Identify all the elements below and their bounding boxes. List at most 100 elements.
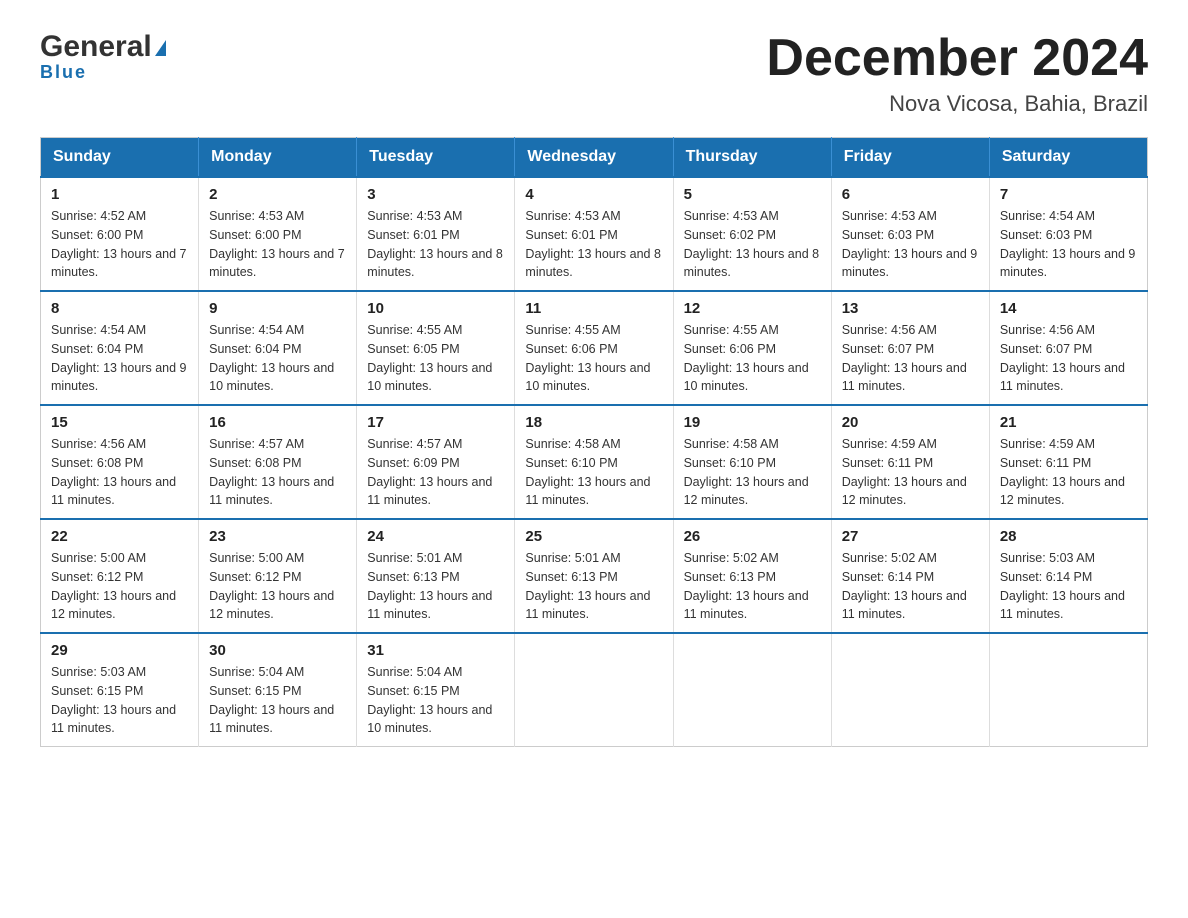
day-number: 5 — [684, 186, 821, 203]
day-number: 13 — [842, 300, 979, 317]
calendar-title: December 2024 — [766, 30, 1148, 87]
day-number: 21 — [1000, 414, 1137, 431]
calendar-cell: 21 Sunrise: 4:59 AM Sunset: 6:11 PM Dayl… — [989, 405, 1147, 519]
calendar-week-4: 22 Sunrise: 5:00 AM Sunset: 6:12 PM Dayl… — [41, 519, 1148, 633]
day-number: 26 — [684, 528, 821, 545]
day-info: Sunrise: 4:58 AM Sunset: 6:10 PM Dayligh… — [525, 435, 662, 510]
calendar-cell: 1 Sunrise: 4:52 AM Sunset: 6:00 PM Dayli… — [41, 177, 199, 291]
day-number: 17 — [367, 414, 504, 431]
day-number: 25 — [525, 528, 662, 545]
calendar-cell: 31 Sunrise: 5:04 AM Sunset: 6:15 PM Dayl… — [357, 633, 515, 747]
day-info: Sunrise: 4:56 AM Sunset: 6:07 PM Dayligh… — [842, 321, 979, 396]
calendar-cell — [989, 633, 1147, 747]
day-number: 9 — [209, 300, 346, 317]
calendar-cell: 14 Sunrise: 4:56 AM Sunset: 6:07 PM Dayl… — [989, 291, 1147, 405]
day-number: 29 — [51, 642, 188, 659]
calendar-cell: 19 Sunrise: 4:58 AM Sunset: 6:10 PM Dayl… — [673, 405, 831, 519]
day-number: 3 — [367, 186, 504, 203]
calendar-cell: 2 Sunrise: 4:53 AM Sunset: 6:00 PM Dayli… — [199, 177, 357, 291]
day-info: Sunrise: 4:53 AM Sunset: 6:01 PM Dayligh… — [525, 207, 662, 282]
day-info: Sunrise: 5:00 AM Sunset: 6:12 PM Dayligh… — [209, 549, 346, 624]
calendar-cell: 9 Sunrise: 4:54 AM Sunset: 6:04 PM Dayli… — [199, 291, 357, 405]
calendar-cell — [515, 633, 673, 747]
day-info: Sunrise: 5:01 AM Sunset: 6:13 PM Dayligh… — [525, 549, 662, 624]
title-block: December 2024 Nova Vicosa, Bahia, Brazil — [766, 30, 1148, 117]
header-day-wednesday: Wednesday — [515, 138, 673, 178]
day-info: Sunrise: 4:56 AM Sunset: 6:07 PM Dayligh… — [1000, 321, 1137, 396]
day-info: Sunrise: 5:04 AM Sunset: 6:15 PM Dayligh… — [209, 663, 346, 738]
page-header: General Blue December 2024 Nova Vicosa, … — [40, 30, 1148, 117]
calendar-cell: 13 Sunrise: 4:56 AM Sunset: 6:07 PM Dayl… — [831, 291, 989, 405]
day-number: 20 — [842, 414, 979, 431]
day-number: 2 — [209, 186, 346, 203]
calendar-cell: 12 Sunrise: 4:55 AM Sunset: 6:06 PM Dayl… — [673, 291, 831, 405]
day-number: 11 — [525, 300, 662, 317]
calendar-cell: 6 Sunrise: 4:53 AM Sunset: 6:03 PM Dayli… — [831, 177, 989, 291]
day-info: Sunrise: 4:53 AM Sunset: 6:03 PM Dayligh… — [842, 207, 979, 282]
day-number: 22 — [51, 528, 188, 545]
header-day-friday: Friday — [831, 138, 989, 178]
calendar-cell: 5 Sunrise: 4:53 AM Sunset: 6:02 PM Dayli… — [673, 177, 831, 291]
header-day-saturday: Saturday — [989, 138, 1147, 178]
calendar-cell — [831, 633, 989, 747]
day-number: 6 — [842, 186, 979, 203]
logo: General Blue — [40, 30, 166, 83]
calendar-cell: 30 Sunrise: 5:04 AM Sunset: 6:15 PM Dayl… — [199, 633, 357, 747]
calendar-cell: 16 Sunrise: 4:57 AM Sunset: 6:08 PM Dayl… — [199, 405, 357, 519]
day-info: Sunrise: 4:56 AM Sunset: 6:08 PM Dayligh… — [51, 435, 188, 510]
calendar-cell: 24 Sunrise: 5:01 AM Sunset: 6:13 PM Dayl… — [357, 519, 515, 633]
day-info: Sunrise: 5:04 AM Sunset: 6:15 PM Dayligh… — [367, 663, 504, 738]
logo-blue: Blue — [40, 62, 87, 83]
day-info: Sunrise: 5:00 AM Sunset: 6:12 PM Dayligh… — [51, 549, 188, 624]
calendar-week-2: 8 Sunrise: 4:54 AM Sunset: 6:04 PM Dayli… — [41, 291, 1148, 405]
calendar-week-1: 1 Sunrise: 4:52 AM Sunset: 6:00 PM Dayli… — [41, 177, 1148, 291]
day-info: Sunrise: 5:03 AM Sunset: 6:15 PM Dayligh… — [51, 663, 188, 738]
header-day-sunday: Sunday — [41, 138, 199, 178]
day-info: Sunrise: 4:53 AM Sunset: 6:00 PM Dayligh… — [209, 207, 346, 282]
day-number: 19 — [684, 414, 821, 431]
calendar-cell: 29 Sunrise: 5:03 AM Sunset: 6:15 PM Dayl… — [41, 633, 199, 747]
day-info: Sunrise: 4:53 AM Sunset: 6:01 PM Dayligh… — [367, 207, 504, 282]
calendar-cell: 15 Sunrise: 4:56 AM Sunset: 6:08 PM Dayl… — [41, 405, 199, 519]
day-info: Sunrise: 5:02 AM Sunset: 6:14 PM Dayligh… — [842, 549, 979, 624]
day-number: 16 — [209, 414, 346, 431]
calendar-cell: 11 Sunrise: 4:55 AM Sunset: 6:06 PM Dayl… — [515, 291, 673, 405]
calendar-body: 1 Sunrise: 4:52 AM Sunset: 6:00 PM Dayli… — [41, 177, 1148, 747]
logo-triangle-icon — [155, 40, 166, 56]
day-info: Sunrise: 4:57 AM Sunset: 6:09 PM Dayligh… — [367, 435, 504, 510]
day-info: Sunrise: 4:57 AM Sunset: 6:08 PM Dayligh… — [209, 435, 346, 510]
day-number: 18 — [525, 414, 662, 431]
day-number: 23 — [209, 528, 346, 545]
day-number: 10 — [367, 300, 504, 317]
calendar-cell: 3 Sunrise: 4:53 AM Sunset: 6:01 PM Dayli… — [357, 177, 515, 291]
header-day-monday: Monday — [199, 138, 357, 178]
day-number: 27 — [842, 528, 979, 545]
calendar-cell: 8 Sunrise: 4:54 AM Sunset: 6:04 PM Dayli… — [41, 291, 199, 405]
calendar-week-5: 29 Sunrise: 5:03 AM Sunset: 6:15 PM Dayl… — [41, 633, 1148, 747]
calendar-cell — [673, 633, 831, 747]
day-number: 30 — [209, 642, 346, 659]
calendar-cell: 22 Sunrise: 5:00 AM Sunset: 6:12 PM Dayl… — [41, 519, 199, 633]
calendar-cell: 28 Sunrise: 5:03 AM Sunset: 6:14 PM Dayl… — [989, 519, 1147, 633]
day-info: Sunrise: 4:55 AM Sunset: 6:05 PM Dayligh… — [367, 321, 504, 396]
header-row: SundayMondayTuesdayWednesdayThursdayFrid… — [41, 138, 1148, 178]
logo-general: General — [40, 30, 152, 64]
day-number: 24 — [367, 528, 504, 545]
calendar-week-3: 15 Sunrise: 4:56 AM Sunset: 6:08 PM Dayl… — [41, 405, 1148, 519]
calendar-cell: 18 Sunrise: 4:58 AM Sunset: 6:10 PM Dayl… — [515, 405, 673, 519]
day-number: 4 — [525, 186, 662, 203]
calendar-cell: 25 Sunrise: 5:01 AM Sunset: 6:13 PM Dayl… — [515, 519, 673, 633]
day-info: Sunrise: 4:53 AM Sunset: 6:02 PM Dayligh… — [684, 207, 821, 282]
calendar-cell: 7 Sunrise: 4:54 AM Sunset: 6:03 PM Dayli… — [989, 177, 1147, 291]
header-day-tuesday: Tuesday — [357, 138, 515, 178]
calendar-cell: 23 Sunrise: 5:00 AM Sunset: 6:12 PM Dayl… — [199, 519, 357, 633]
day-info: Sunrise: 4:54 AM Sunset: 6:04 PM Dayligh… — [51, 321, 188, 396]
day-info: Sunrise: 4:55 AM Sunset: 6:06 PM Dayligh… — [684, 321, 821, 396]
day-number: 15 — [51, 414, 188, 431]
day-info: Sunrise: 5:02 AM Sunset: 6:13 PM Dayligh… — [684, 549, 821, 624]
calendar-subtitle: Nova Vicosa, Bahia, Brazil — [766, 91, 1148, 117]
day-info: Sunrise: 4:55 AM Sunset: 6:06 PM Dayligh… — [525, 321, 662, 396]
calendar-cell: 27 Sunrise: 5:02 AM Sunset: 6:14 PM Dayl… — [831, 519, 989, 633]
day-number: 28 — [1000, 528, 1137, 545]
calendar-cell: 17 Sunrise: 4:57 AM Sunset: 6:09 PM Dayl… — [357, 405, 515, 519]
